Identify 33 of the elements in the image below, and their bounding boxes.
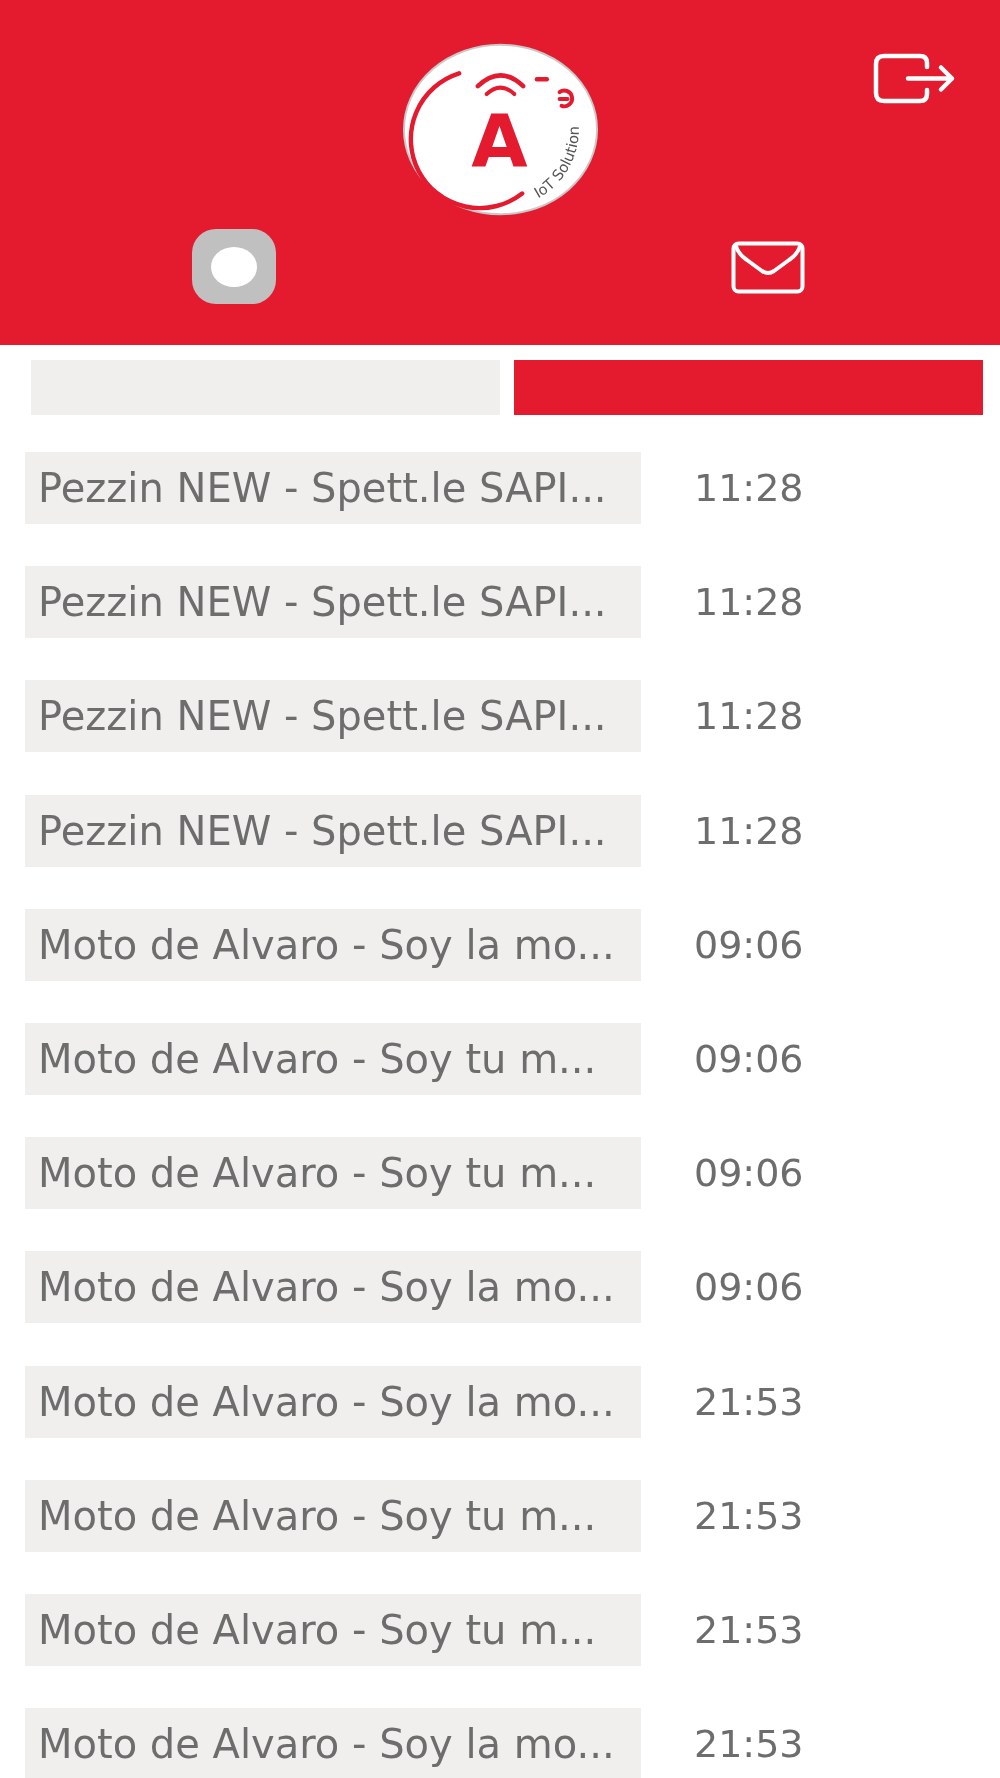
- mail-button[interactable]: [731, 241, 805, 294]
- message-time: 21:53: [694, 1722, 804, 1767]
- logo-letter: A: [470, 98, 528, 184]
- message-title[interactable]: Pezzin NEW - Spett.le SAPI...: [25, 566, 641, 639]
- mail-icon: [731, 241, 805, 294]
- message-time: 21:53: [694, 1493, 804, 1538]
- message-title[interactable]: Pezzin NEW - Spett.le SAPI...: [25, 680, 641, 753]
- message-time: 09:06: [694, 922, 804, 967]
- message-title[interactable]: Moto de Alvaro - Soy la mo...: [25, 1708, 641, 1778]
- message-title[interactable]: Pezzin NEW - Spett.le SAPI...: [25, 794, 641, 867]
- message-title[interactable]: Moto de Alvaro - Soy la mo...: [25, 908, 641, 981]
- message-time: 11:28: [694, 694, 804, 739]
- message-time: 11:28: [694, 808, 804, 853]
- message-title[interactable]: Moto de Alvaro - Soy tu m...: [25, 1022, 641, 1095]
- message-title[interactable]: Moto de Alvaro - Soy tu m...: [25, 1137, 641, 1210]
- wifi-icon: [475, 73, 525, 96]
- message-time: 09:06: [694, 1036, 804, 1081]
- message-time: 11:28: [694, 580, 804, 625]
- message-time: 09:06: [694, 1151, 804, 1196]
- logo-mark-icon: [534, 77, 574, 109]
- logout-button[interactable]: [873, 53, 956, 104]
- message-title[interactable]: Pezzin NEW - Spett.le SAPI...: [25, 452, 641, 524]
- message-title[interactable]: Moto de Alvaro - Soy tu m...: [25, 1593, 641, 1666]
- logout-icon: [873, 53, 956, 104]
- message-title[interactable]: Moto de Alvaro - Soy tu m...: [25, 1479, 641, 1552]
- toggle-switch[interactable]: [192, 229, 276, 304]
- message-time: 09:06: [694, 1265, 804, 1310]
- message-title[interactable]: Moto de Alvaro - Soy la mo...: [25, 1365, 641, 1438]
- message-time: 11:28: [694, 466, 804, 510]
- knob-icon: [211, 246, 257, 287]
- message-title[interactable]: Moto de Alvaro - Soy la mo...: [25, 1251, 641, 1324]
- message-time: 21:53: [694, 1607, 804, 1652]
- message-time: 21:53: [694, 1379, 804, 1424]
